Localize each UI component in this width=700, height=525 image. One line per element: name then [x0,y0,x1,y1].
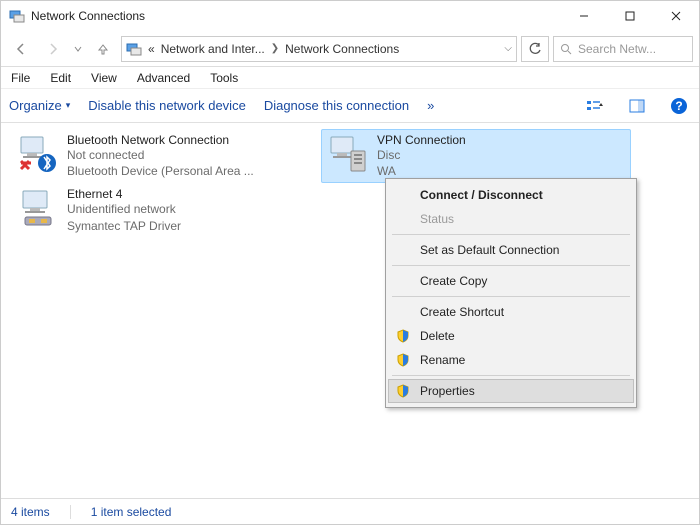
refresh-button[interactable] [521,36,549,62]
close-button[interactable] [653,1,699,31]
connection-status: Unidentified network [67,201,181,217]
search-icon [560,43,572,55]
organize-menu[interactable]: Organize▾ [9,98,70,113]
breadcrumb-overflow[interactable]: « [148,42,155,56]
connection-name: Ethernet 4 [67,187,181,201]
vpn-connection-icon [327,133,369,175]
titlebar: Network Connections [1,1,699,31]
maximize-button[interactable] [607,1,653,31]
minimize-button[interactable] [561,1,607,31]
ctx-connect-disconnect[interactable]: Connect / Disconnect [388,183,634,207]
statusbar: 4 items 1 item selected [1,498,699,524]
shield-icon [394,353,412,367]
menu-view[interactable]: View [85,69,123,87]
chevron-down-icon[interactable]: ⌵ [504,43,512,54]
disable-device-button[interactable]: Disable this network device [88,98,246,113]
preview-pane-button[interactable] [625,94,649,118]
search-input[interactable]: Search Netw... [553,36,693,62]
breadcrumb-part2[interactable]: Network Connections [285,42,399,56]
toolbar-overflow[interactable]: » [427,98,434,113]
help-button[interactable]: ? [667,94,691,118]
menu-advanced[interactable]: Advanced [131,69,196,87]
status-selected-count: 1 item selected [91,505,172,519]
window-title: Network Connections [31,9,561,23]
connection-item-vpn[interactable]: VPN Connection Disc WA [321,129,631,183]
up-button[interactable] [89,35,117,63]
ctx-status: Status [388,207,634,231]
connection-name: VPN Connection [377,133,466,147]
recent-dropdown[interactable] [71,35,85,63]
connection-device: Symantec TAP Driver [67,218,181,234]
breadcrumb[interactable]: « Network and Inter... ❯ Network Connect… [121,36,517,62]
view-options-button[interactable] [583,94,607,118]
search-placeholder: Search Netw... [578,42,656,56]
ctx-create-shortcut[interactable]: Create Shortcut [388,300,634,324]
ctx-delete[interactable]: Delete [388,324,634,348]
context-menu: Connect / Disconnect Status Set as Defau… [385,178,637,408]
diagnose-button[interactable]: Diagnose this connection [264,98,409,113]
connection-status: Not connected [67,147,254,163]
back-button[interactable] [7,35,35,63]
separator [392,265,630,266]
separator [392,375,630,376]
ctx-properties[interactable]: Properties [388,379,634,403]
separator [70,505,71,519]
connection-device: WA [377,163,466,179]
connection-item-bluetooth[interactable]: Bluetooth Network Connection Not connect… [11,129,321,183]
ctx-set-default[interactable]: Set as Default Connection [388,238,634,262]
ctx-create-copy[interactable]: Create Copy [388,269,634,293]
connection-device: Bluetooth Device (Personal Area ... [67,163,254,179]
ethernet-connection-icon [17,187,59,229]
address-bar: « Network and Inter... ❯ Network Connect… [1,31,699,67]
network-connections-small-icon [126,41,142,57]
connection-status: Disc [377,147,466,163]
forward-button[interactable] [39,35,67,63]
bluetooth-connection-icon [17,133,59,175]
menu-edit[interactable]: Edit [44,69,77,87]
status-item-count: 4 items [11,505,50,519]
menu-file[interactable]: File [5,69,36,87]
toolbar: Organize▾ Disable this network device Di… [1,89,699,123]
network-connections-icon [9,8,25,24]
separator [392,296,630,297]
ctx-rename[interactable]: Rename [388,348,634,372]
chevron-right-icon: ❯ [271,43,279,54]
shield-icon [394,329,412,343]
connection-item-ethernet[interactable]: Ethernet 4 Unidentified network Symantec… [11,183,321,237]
connection-name: Bluetooth Network Connection [67,133,254,147]
shield-icon [394,384,412,398]
separator [392,234,630,235]
svg-text:?: ? [675,99,682,113]
menubar: File Edit View Advanced Tools [1,67,699,89]
menu-tools[interactable]: Tools [204,69,244,87]
breadcrumb-part1[interactable]: Network and Inter... [161,42,265,56]
